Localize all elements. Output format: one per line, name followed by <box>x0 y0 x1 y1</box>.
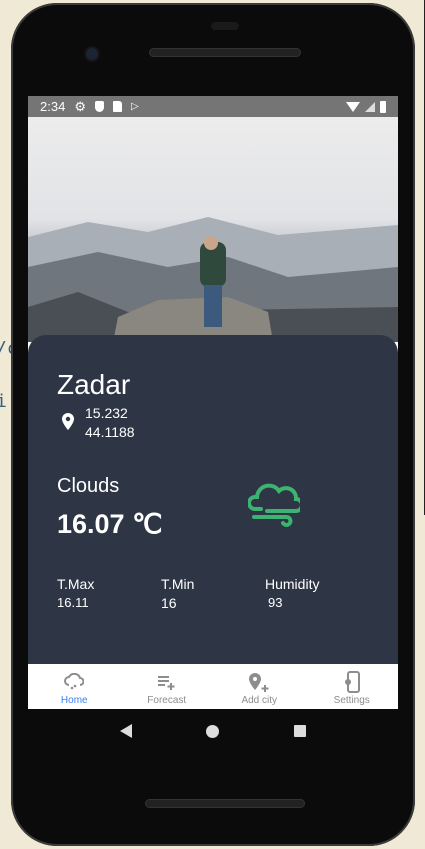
sd-card-icon <box>112 101 122 112</box>
stat-label: Humidity <box>265 576 320 592</box>
cloud-icon <box>64 673 85 690</box>
nav-settings[interactable]: Settings <box>306 664 399 709</box>
temperature: 16.07 ℃ <box>57 509 163 539</box>
speaker <box>149 48 301 57</box>
status-bar: 2:34 ⚙ ▷ <box>28 96 398 117</box>
stat-label: T.Max <box>57 576 95 592</box>
location-pin-icon <box>62 413 74 430</box>
nav-forecast[interactable]: Forecast <box>121 664 214 709</box>
stat-humidity: Humidity 93 <box>265 576 319 610</box>
stat-value: 93 <box>268 595 283 610</box>
playlist-add-icon <box>157 676 175 690</box>
wifi-icon <box>346 101 360 112</box>
shield-icon <box>94 101 104 112</box>
battery-icon <box>380 100 386 113</box>
hero-image <box>28 117 398 342</box>
stat-tmin: T.Min 16 <box>161 576 194 611</box>
background-code-fragment: i <box>0 391 7 412</box>
weather-condition: Clouds <box>57 475 120 497</box>
nav-label: Forecast <box>147 695 187 706</box>
stat-value: 16 <box>161 595 177 611</box>
system-nav-bar <box>28 709 398 753</box>
nav-label: Home <box>60 695 88 706</box>
weather-card: Zadar 15.232 44.1188 Clouds 16.07 ℃ T.Ma… <box>28 335 398 664</box>
stat-tmax: T.Max 16.11 <box>57 576 94 610</box>
app-screen: 2:34 ⚙ ▷ Zadar 15.232 44.1188 Clouds 16.… <box>28 96 398 709</box>
status-time: 2:34 <box>40 99 66 114</box>
stat-value: 16.11 <box>57 595 89 610</box>
city-name: Zadar <box>57 369 131 400</box>
back-button[interactable] <box>120 724 133 738</box>
add-location-icon <box>249 673 269 692</box>
bottom-nav: Home Forecast Add city Settings <box>28 664 398 709</box>
phone-settings-icon <box>344 671 360 693</box>
cloud-wind-icon <box>248 483 300 527</box>
latitude: 44.1188 <box>85 424 135 440</box>
gear-icon: ⚙ <box>74 98 86 114</box>
longitude: 15.232 <box>85 405 128 421</box>
stat-label: T.Min <box>161 576 195 592</box>
nav-home[interactable]: Home <box>28 664 121 709</box>
coordinates: 15.232 44.1188 <box>85 404 135 442</box>
play-store-icon: ▷ <box>130 101 139 112</box>
nav-label: Settings <box>333 695 370 706</box>
camera <box>86 48 98 60</box>
home-button[interactable] <box>206 724 220 738</box>
nav-add-city[interactable]: Add city <box>213 664 306 709</box>
nav-label: Add city <box>241 695 278 706</box>
signal-icon <box>365 101 375 112</box>
recents-button[interactable] <box>293 725 306 737</box>
speaker <box>145 799 305 808</box>
